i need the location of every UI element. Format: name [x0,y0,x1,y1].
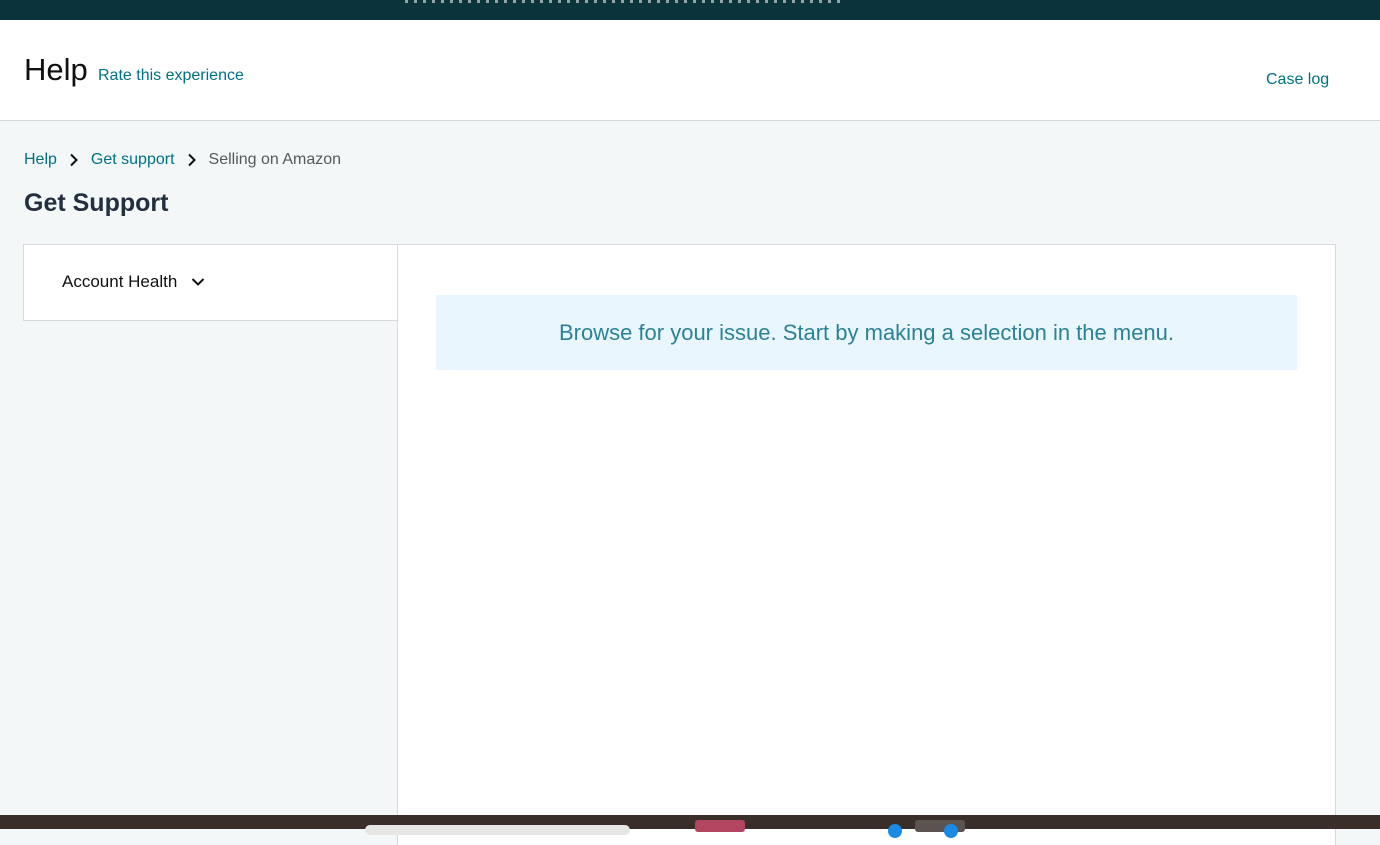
taskbar-app-icon[interactable] [944,824,958,838]
breadcrumb-current: Selling on Amazon [208,151,342,168]
taskbar-app-icon[interactable] [695,820,745,832]
chevron-down-icon [191,277,205,287]
breadcrumb-help[interactable]: Help [24,151,57,169]
case-log-link[interactable]: Case log [1266,71,1329,89]
page-title: Get Support [24,189,169,217]
content-panel: Browse for your issue. Start by making a… [397,244,1336,845]
breadcrumb-get-support[interactable]: Get support [91,151,175,169]
chevron-right-icon [175,153,209,167]
help-header: Help Rate this experience Case log [0,20,1380,121]
taskbar-app-icon[interactable] [888,824,902,838]
rate-experience-link[interactable]: Rate this experience [98,67,244,85]
breadcrumb: Help Get support Selling on Amazon [24,150,341,170]
chevron-right-icon [57,153,91,167]
info-message-box: Browse for your issue. Start by making a… [436,295,1297,370]
taskbar-search-pill[interactable] [365,825,630,835]
info-message-text: Browse for your issue. Start by making a… [558,319,1175,345]
menu-item-label: Account Health [62,272,178,291]
top-nav-bar [0,0,1380,20]
nav-bar-clipped-content [405,0,845,3]
menu-item-account-health[interactable]: Account Health [62,272,205,292]
os-taskbar [0,815,1380,838]
support-menu: Account Health [23,244,399,321]
header-title: Help [24,52,88,87]
